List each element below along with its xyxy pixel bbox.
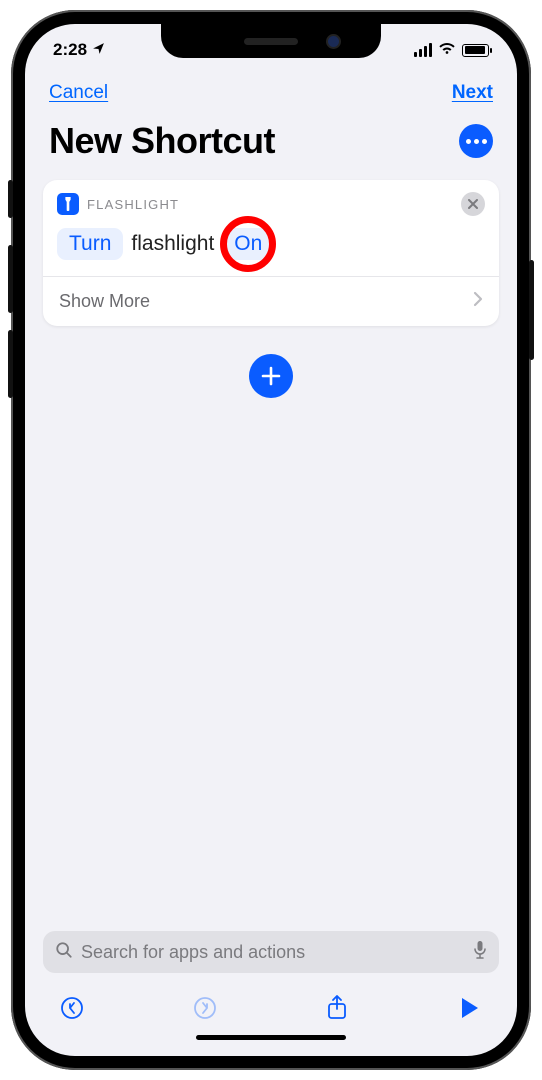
dictation-button[interactable] <box>473 940 487 965</box>
flashlight-icon <box>57 193 79 215</box>
main-content: FLASHLIGHT Turn flashlight On Show More <box>25 180 517 931</box>
screen: 2:28 Cancel Next New Shortcut <box>25 24 517 1056</box>
nav-bar: Cancel Next <box>25 70 517 110</box>
share-button[interactable] <box>322 993 352 1023</box>
next-button[interactable]: Next <box>452 82 493 104</box>
action-card-header: FLASHLIGHT <box>43 180 499 222</box>
run-button[interactable] <box>455 993 485 1023</box>
mute-switch <box>8 180 13 218</box>
state-pill[interactable]: On <box>222 228 274 260</box>
add-action-button[interactable] <box>249 354 293 398</box>
search-icon <box>55 941 73 964</box>
search-bar[interactable]: Search for apps and actions <box>43 931 499 973</box>
show-more-row[interactable]: Show More <box>43 276 499 326</box>
action-card-flashlight: FLASHLIGHT Turn flashlight On Show More <box>43 180 499 326</box>
noun-text: flashlight <box>129 232 216 256</box>
remove-action-button[interactable] <box>461 192 485 216</box>
chevron-right-icon <box>473 291 483 312</box>
ellipsis-icon <box>466 139 487 144</box>
location-icon <box>92 42 105 58</box>
notch <box>161 24 381 58</box>
undo-button[interactable] <box>57 993 87 1023</box>
page-title: New Shortcut <box>49 120 275 162</box>
action-category-label: FLASHLIGHT <box>87 197 179 212</box>
home-indicator[interactable] <box>196 1035 346 1040</box>
editor-toolbar <box>43 987 499 1031</box>
show-more-label: Show More <box>59 291 150 312</box>
bottom-area: Search for apps and actions <box>25 931 517 1056</box>
close-icon <box>468 199 478 209</box>
status-time: 2:28 <box>53 40 87 60</box>
title-row: New Shortcut <box>25 110 517 180</box>
play-icon <box>462 998 478 1018</box>
battery-icon <box>462 44 489 57</box>
plus-icon <box>261 366 281 386</box>
phone-frame: 2:28 Cancel Next New Shortcut <box>11 10 531 1070</box>
cellular-icon <box>414 43 432 57</box>
power-button <box>529 260 534 360</box>
search-placeholder: Search for apps and actions <box>81 942 465 963</box>
action-body: Turn flashlight On <box>43 222 499 276</box>
earpiece-speaker <box>244 38 298 45</box>
wifi-icon <box>438 40 456 60</box>
redo-button <box>190 993 220 1023</box>
volume-down-button <box>8 330 13 398</box>
front-camera <box>328 36 339 47</box>
verb-pill[interactable]: Turn <box>57 228 123 260</box>
cancel-button[interactable]: Cancel <box>49 82 108 104</box>
more-options-button[interactable] <box>459 124 493 158</box>
volume-up-button <box>8 245 13 313</box>
